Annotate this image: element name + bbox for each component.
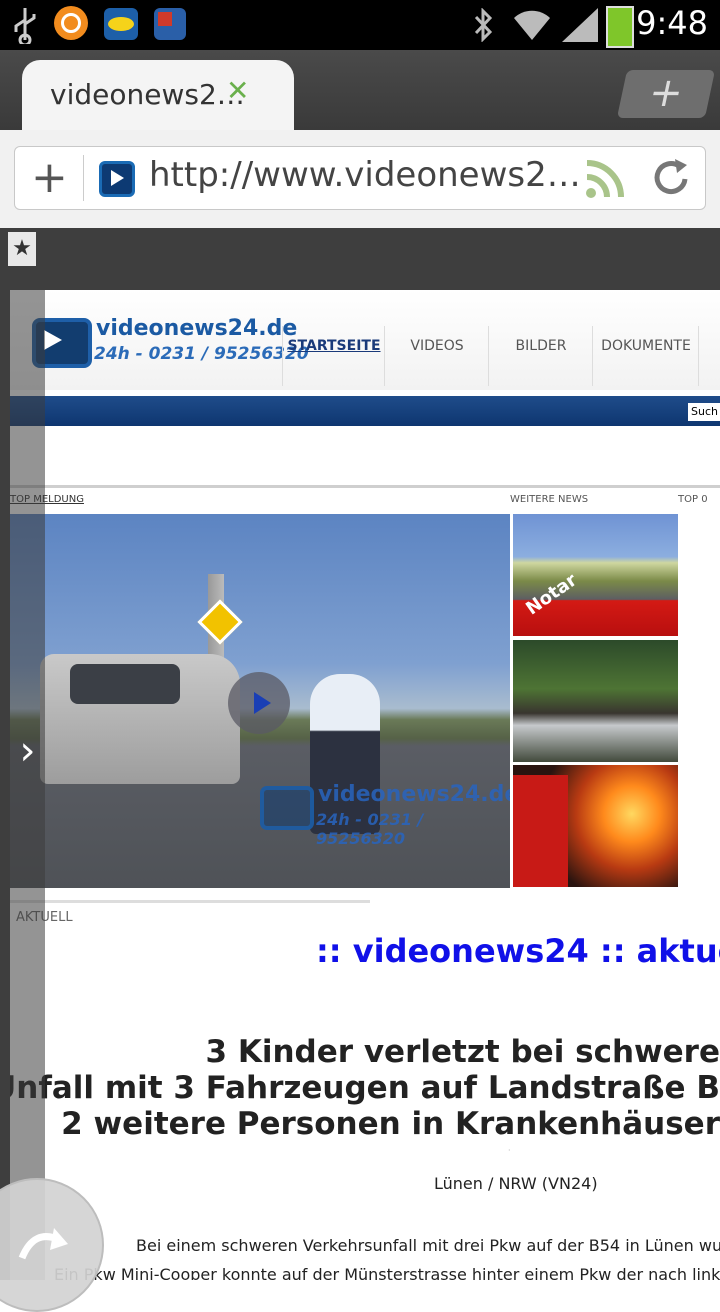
tab-strip: videonews2… ✕ + [0, 50, 720, 130]
article-body-line-2: Ein Pkw Mini-Cooper konnte auf der Münst… [54, 1265, 720, 1280]
watermark-name: videonews24.de [318, 782, 510, 807]
clock: 9:48 [636, 4, 708, 42]
battery-charging-icon [606, 6, 634, 48]
search-input[interactable]: Such [688, 403, 720, 421]
usb-icon [14, 8, 36, 44]
watermark-phone: 24h - 0231 / 95256320 [316, 810, 424, 848]
url-bar-area: + http://www.videonews2… [0, 130, 720, 228]
reload-icon[interactable] [651, 157, 693, 199]
separator-dot: · [508, 1146, 511, 1155]
top-tab[interactable]: TOP 0 [678, 494, 708, 505]
web-page: videonews24.de 24h - 0231 / 95256320 STA… [10, 290, 720, 1280]
new-tab-button[interactable]: + [616, 70, 716, 118]
bookmark-star-icon[interactable]: ★ [8, 232, 36, 266]
site-header: videonews24.de 24h - 0231 / 95256320 STA… [10, 290, 720, 390]
nav-dokumente[interactable]: DOKUMENTE [592, 326, 699, 386]
url-text[interactable]: http://www.videonews2… [149, 155, 581, 195]
news-thumbnail-3[interactable] [513, 765, 678, 887]
top-news-video[interactable]: videonews24.de 24h - 0231 / 95256320 [10, 514, 510, 888]
wifi-icon [514, 10, 550, 41]
car-window [70, 664, 180, 704]
site-logo-name[interactable]: videonews24.de [96, 316, 297, 341]
avast-icon [54, 6, 88, 40]
thumbnail-text: Notar [522, 569, 581, 620]
fire-truck [513, 775, 568, 887]
signal-icon [562, 8, 598, 42]
back-arrow-icon[interactable] [14, 1218, 74, 1268]
watermark-logo-icon [260, 786, 314, 830]
weitere-news-tab[interactable]: WEITERE NEWS [510, 494, 588, 505]
article-location: Lünen / NRW (VN24) [434, 1174, 598, 1193]
article-title-line-2: Unfall mit 3 Fahrzeugen auf Landstraße B [10, 1070, 720, 1106]
url-bar[interactable]: + http://www.videonews2… [14, 146, 706, 210]
article-title-line-1: 3 Kinder verletzt bei schwere [205, 1034, 720, 1070]
site-logo-phone: 24h - 0231 / 95256320 [94, 344, 309, 364]
logo-play-icon [44, 330, 62, 350]
status-bar: 9:48 [0, 0, 720, 50]
imo-icon [104, 8, 138, 40]
aktuell-divider [10, 900, 370, 903]
headline: :: videonews24 :: aktuell :: [316, 932, 720, 970]
add-bookmark-icon[interactable]: + [31, 153, 68, 203]
close-tab-icon[interactable]: ✕ [226, 74, 249, 107]
nav-startseite[interactable]: STARTSEITE [282, 326, 385, 386]
article-title-line-3: 2 weitere Personen in Krankenhäuser [61, 1106, 720, 1142]
site-favicon-icon [99, 161, 135, 197]
section-divider [10, 485, 720, 488]
nav-videos[interactable]: VIDEOS [384, 326, 489, 386]
bluetooth-icon [474, 8, 493, 42]
news-thumbnail-2[interactable] [513, 640, 678, 762]
chevron-right-icon[interactable]: › [10, 706, 45, 796]
priority-sign [197, 599, 243, 645]
article-body-line-1: Bei einem schweren Verkehrsunfall mit dr… [136, 1236, 720, 1255]
news-thumbnail-1[interactable]: Notar [513, 514, 678, 636]
tab-title: videonews2… [50, 78, 245, 111]
nav-bilder[interactable]: BILDER [488, 326, 593, 386]
nav-more[interactable] [698, 326, 720, 386]
rss-icon[interactable] [583, 157, 627, 201]
site-nav-bar [10, 396, 720, 426]
play-icon [254, 692, 271, 714]
browser-tab[interactable]: videonews2… ✕ [22, 60, 294, 130]
url-separator [83, 155, 84, 201]
feed-icon [154, 8, 186, 40]
